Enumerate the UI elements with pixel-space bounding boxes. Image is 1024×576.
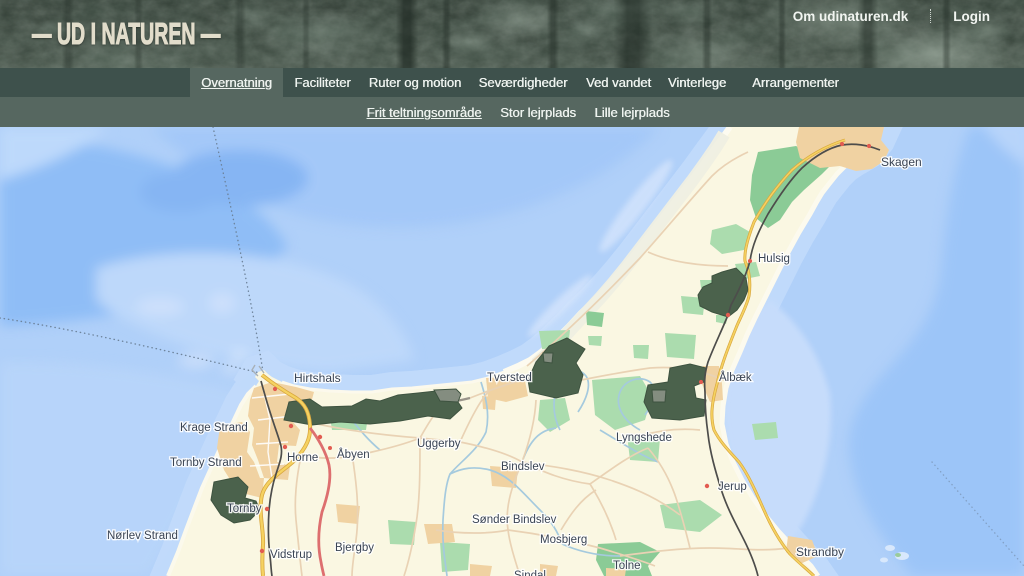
- svg-text:Sindal: Sindal: [514, 570, 546, 576]
- svg-text:Bindslev: Bindslev: [501, 461, 545, 473]
- svg-text:Tolne: Tolne: [613, 560, 641, 572]
- svg-text:Horne: Horne: [287, 452, 318, 464]
- svg-text:Strandby: Strandby: [796, 545, 844, 559]
- svg-text:Hirtshals: Hirtshals: [294, 371, 341, 385]
- svg-text:Nørlev Strand: Nørlev Strand: [107, 530, 178, 542]
- svg-text:Mosbjerg: Mosbjerg: [540, 534, 587, 546]
- svg-text:Skagen: Skagen: [881, 155, 922, 169]
- svg-text:Tversted: Tversted: [487, 372, 532, 384]
- svg-text:Ålbæk: Ålbæk: [719, 371, 752, 384]
- svg-text:Uggerby: Uggerby: [417, 438, 461, 450]
- svg-text:Jerup: Jerup: [718, 481, 747, 493]
- svg-text:Lyngshede: Lyngshede: [616, 432, 672, 444]
- svg-text:Tornby Strand: Tornby Strand: [170, 457, 242, 469]
- svg-text:Hulsig: Hulsig: [758, 253, 790, 265]
- svg-text:Bjergby: Bjergby: [335, 542, 374, 554]
- svg-text:Vidstrup: Vidstrup: [270, 549, 312, 561]
- svg-text:Krage Strand: Krage Strand: [180, 422, 248, 434]
- svg-text:Åbyen: Åbyen: [337, 448, 370, 461]
- svg-text:Tornby: Tornby: [227, 503, 262, 515]
- svg-text:Sønder Bindslev: Sønder Bindslev: [472, 514, 557, 526]
